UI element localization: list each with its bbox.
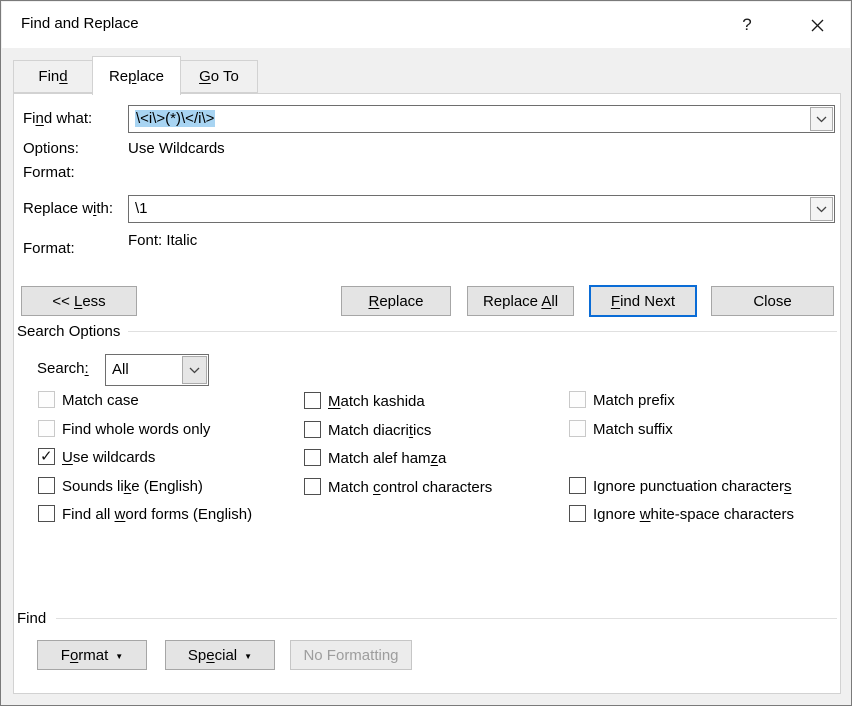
checkbox-match-alef-hamza[interactable]: [304, 449, 321, 466]
label-match-suffix: Match suffix: [593, 421, 673, 438]
special-menu-button[interactable]: Special ▼: [165, 640, 275, 670]
label-ignore-white-space-characters[interactable]: Ignore white-space characters: [593, 506, 794, 523]
close-icon: [811, 19, 824, 32]
search-direction-select[interactable]: All: [105, 354, 209, 386]
checkmark-icon: ✓: [40, 447, 53, 465]
close-button[interactable]: Close: [711, 286, 834, 316]
checkbox-ignore-white-space-characters[interactable]: [569, 505, 586, 522]
label-find-whole-words-only: Find whole words only: [62, 421, 210, 438]
title-bar: Find and Replace ?: [2, 2, 850, 48]
replace-format-value: Font: Italic: [128, 232, 197, 249]
find-what-dropdown-button[interactable]: [810, 107, 833, 131]
tab-replace[interactable]: Replace: [92, 56, 181, 95]
checkbox-match-prefix: [569, 391, 586, 408]
chevron-down-icon: [189, 367, 200, 374]
replace-format-label: Format:: [23, 240, 75, 257]
options-label: Options:: [23, 140, 79, 157]
checkbox-find-whole-words-only: [38, 420, 55, 437]
find-and-replace-dialog: Find and Replace ? Find Replace Go To Fi…: [0, 0, 852, 706]
checkbox-sounds-like[interactable]: [38, 477, 55, 494]
tab-find[interactable]: Find: [13, 60, 93, 93]
find-format-label: Format:: [23, 164, 75, 181]
help-button[interactable]: ?: [730, 10, 764, 40]
checkbox-match-suffix: [569, 420, 586, 437]
label-match-case: Match case: [62, 392, 139, 409]
tab-goto[interactable]: Go To: [180, 60, 258, 93]
find-next-button[interactable]: Find Next: [589, 285, 697, 317]
label-use-wildcards[interactable]: Use wildcards: [62, 449, 155, 466]
dropdown-arrow-icon: ▼: [115, 652, 123, 661]
label-match-kashida[interactable]: Match kashida: [328, 393, 425, 410]
replace-all-button[interactable]: Replace All: [467, 286, 574, 316]
replace-with-dropdown-button[interactable]: [810, 197, 833, 221]
search-options-separator: [128, 331, 837, 332]
replace-with-value: \1: [135, 200, 148, 217]
find-what-label: Find what:: [23, 110, 92, 127]
search-direction-dropdown-button[interactable]: [182, 356, 207, 384]
window-close-button[interactable]: [800, 10, 834, 40]
label-match-control-characters[interactable]: Match control characters: [328, 479, 492, 496]
less-button[interactable]: << Less: [21, 286, 137, 316]
options-value: Use Wildcards: [128, 140, 225, 157]
label-ignore-punctuation-characters[interactable]: Ignore punctuation characters: [593, 478, 791, 495]
replace-with-label: Replace with:: [23, 200, 113, 217]
search-options-section-label: Search Options: [17, 323, 120, 340]
checkbox-match-case: [38, 391, 55, 408]
window-title: Find and Replace: [21, 15, 139, 32]
checkbox-ignore-punctuation-characters[interactable]: [569, 477, 586, 494]
format-menu-button[interactable]: Format ▼: [37, 640, 147, 670]
label-match-alef-hamza[interactable]: Match alef hamza: [328, 450, 446, 467]
search-direction-label: Search:: [37, 360, 89, 377]
checkbox-find-all-word-forms[interactable]: [38, 505, 55, 522]
checkbox-match-kashida[interactable]: [304, 392, 321, 409]
chevron-down-icon: [816, 206, 827, 213]
checkbox-use-wildcards[interactable]: ✓: [38, 448, 55, 465]
find-section-separator: [56, 618, 837, 619]
help-icon: ?: [742, 15, 751, 35]
find-what-value: \<i\>(*)\</i\>: [135, 110, 215, 127]
label-match-diacritics[interactable]: Match diacritics: [328, 422, 431, 439]
dropdown-arrow-icon: ▼: [244, 652, 252, 661]
find-what-input[interactable]: \<i\>(*)\</i\>: [128, 105, 835, 133]
replace-button[interactable]: Replace: [341, 286, 451, 316]
no-formatting-button: No Formatting: [290, 640, 412, 670]
search-direction-value: All: [112, 361, 129, 378]
label-match-prefix: Match prefix: [593, 392, 675, 409]
replace-with-input[interactable]: \1: [128, 195, 835, 223]
chevron-down-icon: [816, 116, 827, 123]
find-section-label: Find: [17, 610, 46, 627]
checkbox-match-diacritics[interactable]: [304, 421, 321, 438]
checkbox-match-control-characters[interactable]: [304, 478, 321, 495]
label-find-all-word-forms[interactable]: Find all word forms (English): [62, 506, 252, 523]
label-sounds-like[interactable]: Sounds like (English): [62, 478, 203, 495]
